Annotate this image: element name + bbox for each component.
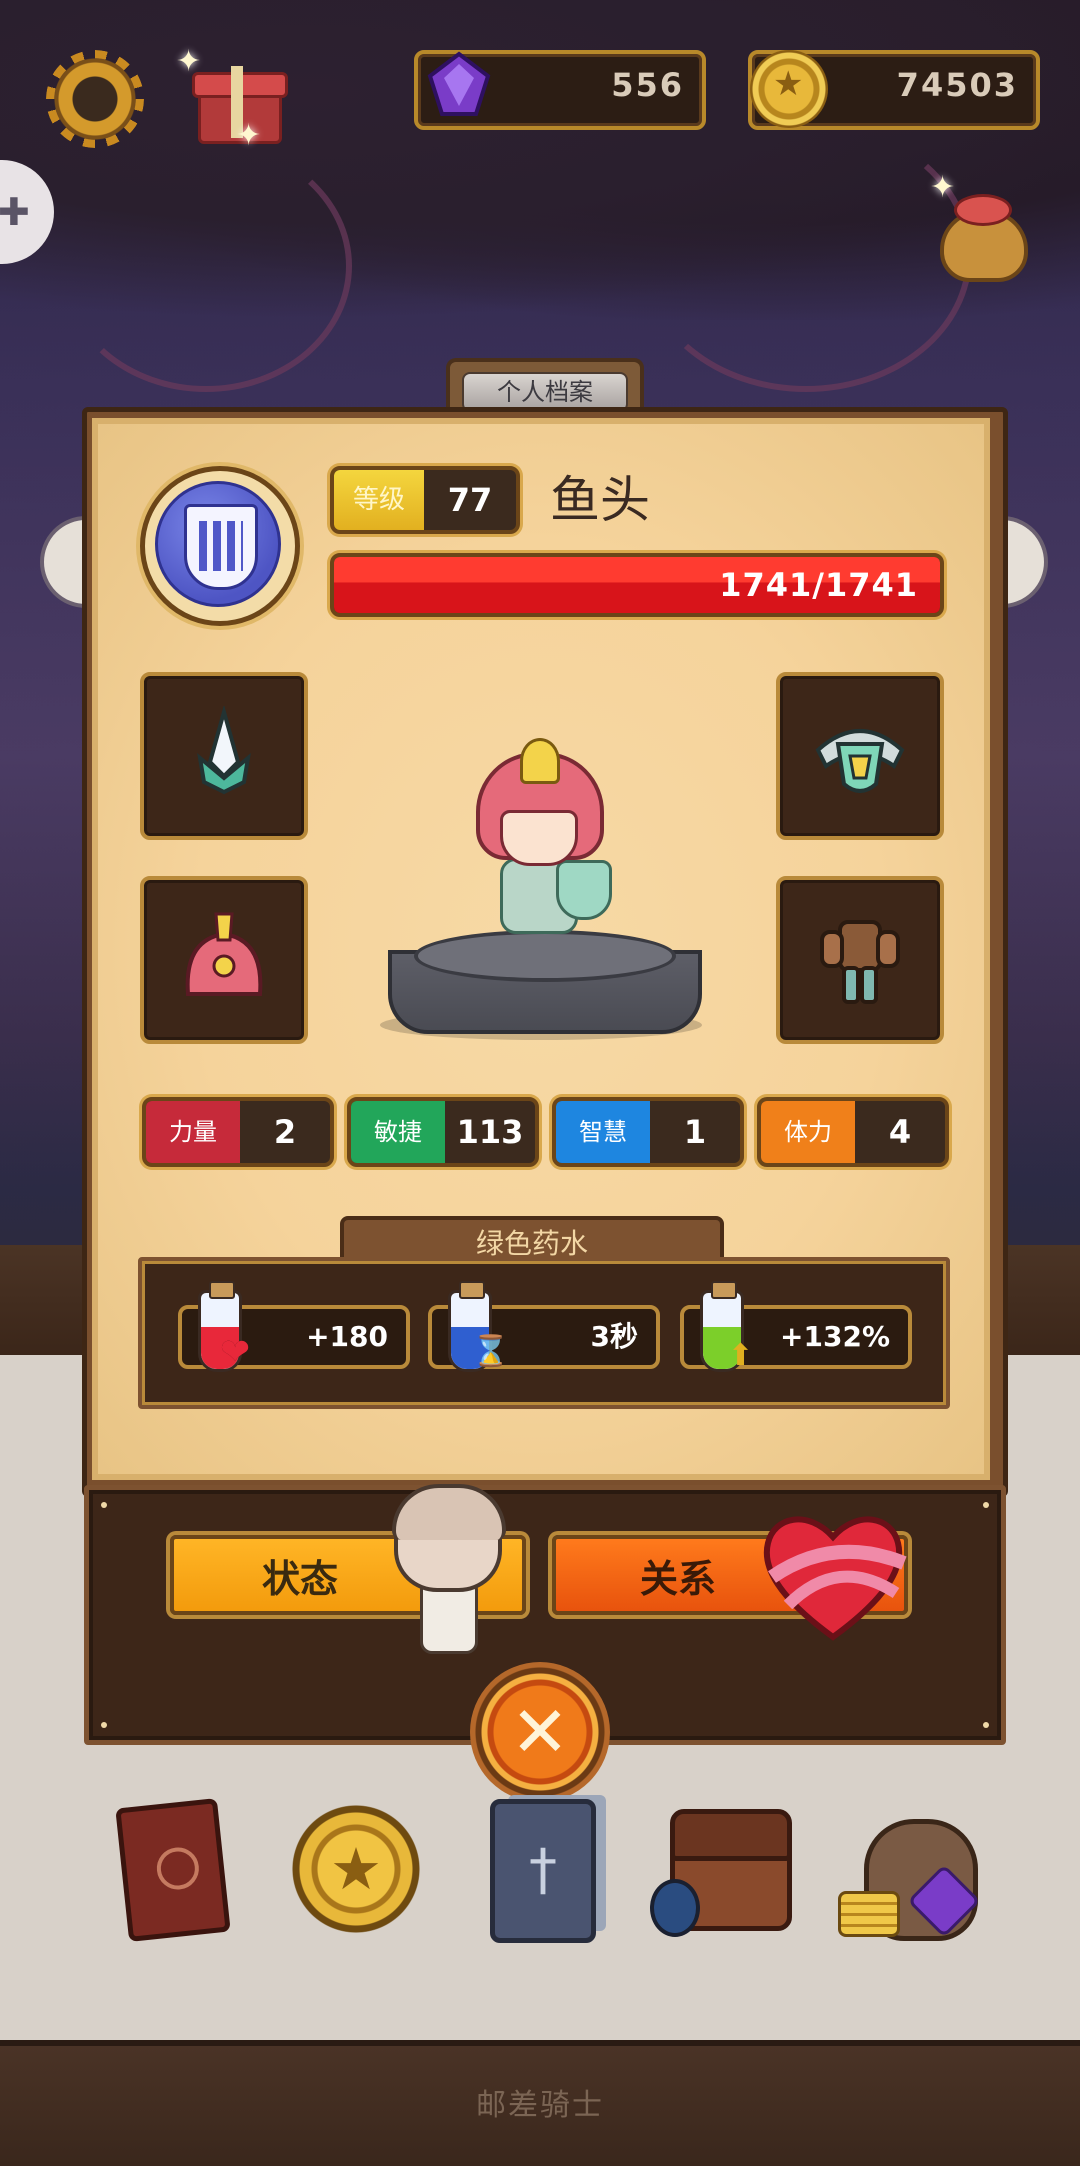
star-glyph: ★ [330,1835,382,1903]
level-label: 等级 [334,470,424,530]
shoulder-guard-icon [815,729,905,793]
level-value: 77 [447,481,493,519]
heart-icon [763,1516,907,1641]
gold-coins-icon [838,1891,900,1937]
menu-shop-button[interactable] [838,1795,981,1945]
hp-text: 1741/1741 [719,566,918,604]
hero-shield [556,860,612,920]
stat-wisdom: 智慧 1 [552,1097,744,1167]
stat-label: 体力 [761,1101,855,1163]
class-badge [140,466,300,626]
coin-count: 74503 [896,66,1018,104]
stat-value: 4 [888,1113,912,1151]
potion-icon [650,1879,700,1937]
gem-count: 556 [611,66,684,104]
equip-slot-accessory[interactable] [776,672,944,840]
hero-face [500,810,578,866]
coin-counter[interactable]: ★ 74503 [748,50,1040,130]
heart-plus-icon: ❤ [220,1332,251,1373]
coin-icon: ★ [750,50,828,128]
equip-slot-armor[interactable] [776,876,944,1044]
menu-journal-button[interactable] [104,1795,244,1945]
close-icon: ✕ [510,1691,570,1773]
menu-medal-button[interactable]: ★ [286,1795,426,1945]
stat-value: 113 [456,1113,524,1151]
stat-label: 敏捷 [351,1101,445,1163]
equip-slot-helmet[interactable] [140,876,308,1044]
potion-effect-value: +180 [306,1320,388,1353]
stat-value: 2 [273,1113,297,1151]
hero-crest [520,738,560,784]
vine-decoration [640,120,972,392]
stat-label: 力量 [146,1101,240,1163]
stat-value: 1 [683,1113,707,1151]
potion-effect-value: +132% [780,1320,890,1353]
red-helmet-icon [185,912,263,996]
backpack-flap [670,1809,792,1861]
profile-tab-label: 个人档案 [462,372,628,412]
pedestal-top [414,930,676,982]
gear-icon-body [46,50,144,148]
gem-icon [427,51,491,116]
up-arrow-icon: ⬆ [728,1338,754,1373]
puzzle-icon: ✚ [0,190,30,234]
player-name: 鱼头 [550,471,650,529]
card-deck-icon: † [490,1799,596,1943]
menu-inventory-button[interactable] [650,1795,792,1945]
gem-counter[interactable]: 556 [414,50,706,130]
hourglass-icon: ⌛ [472,1334,510,1369]
sparkle-icon: ✦ [930,170,956,205]
stat-agility: 敏捷 113 [347,1097,539,1167]
stat-stamina: 体力 4 [757,1097,949,1167]
vine-decoration [60,140,352,392]
leather-armor-icon [820,920,900,1004]
book-icon [115,1798,231,1942]
stat-strength: 力量 2 [142,1097,334,1167]
equip-slot-weapon[interactable] [140,672,308,840]
shield-icon [184,504,258,590]
bag-tie [954,194,1012,226]
footer-title: 邮差骑士 [476,2088,604,2123]
level-badge: 等级 77 [330,466,520,534]
class-badge-inner [155,481,281,607]
close-button[interactable]: ✕ [470,1662,610,1802]
stat-label: 智慧 [556,1101,650,1163]
spear-tip-icon [197,706,251,795]
potion-effect-value: 3秒 [590,1320,638,1353]
sparkle-icon: ✦ [176,44,202,79]
menu-cards-button[interactable]: † [468,1795,608,1945]
sparkle-icon: ✦ [236,118,262,153]
hp-bar: 1741/1741 [330,553,944,617]
